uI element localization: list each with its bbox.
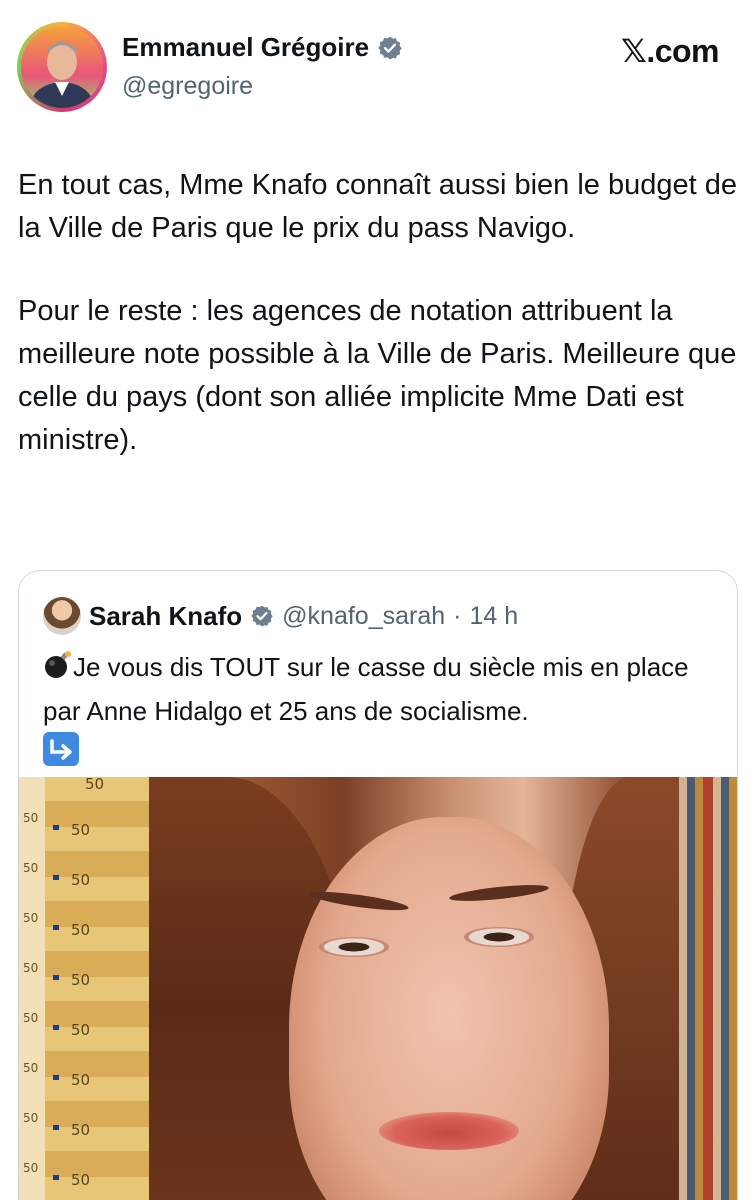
banknote-mark: [53, 1025, 59, 1030]
banknote-small-value: 50: [23, 961, 39, 975]
banknote-mark: [53, 1075, 59, 1080]
quoted-author-name[interactable]: Sarah Knafo: [89, 601, 242, 632]
banknote-value: 50: [71, 821, 91, 839]
arrow-down-right-icon: [43, 732, 79, 766]
banknote-small-value: 50: [23, 1111, 39, 1125]
banknote-mark: [53, 875, 59, 880]
background-bookshelf: [669, 777, 737, 1200]
quoted-tweet-card[interactable]: Sarah Knafo @knafo_sarah · 14 h Je vous …: [18, 570, 738, 1200]
quoted-author-handle[interactable]: @knafo_sarah: [282, 602, 445, 631]
bomb-icon: [43, 650, 73, 691]
banknote-mark: [53, 1125, 59, 1130]
right-eye: [464, 927, 534, 947]
banknote-value: 50: [71, 971, 91, 989]
quoted-author-avatar[interactable]: [43, 597, 81, 635]
banknote-value: 50: [85, 777, 105, 793]
banknote-strip: 50 50 50 50 50 50 50 50 50 50 50 50 50 5…: [19, 777, 149, 1200]
banknote-value: 50: [71, 1121, 91, 1139]
meta-separator: ·: [453, 601, 462, 630]
banknote-value: 50: [71, 1071, 91, 1089]
site-logo[interactable]: 𝕏.com: [621, 32, 719, 70]
banknote-small-value: 50: [23, 911, 39, 925]
verified-badge-icon: [251, 605, 273, 627]
tweet-body: En tout cas, Mme Knafo connaît aussi bie…: [18, 164, 743, 462]
banknote-value: 50: [71, 1171, 91, 1189]
author-handle[interactable]: @egregoire: [122, 72, 253, 101]
quoted-tweet-time[interactable]: 14 h: [469, 602, 518, 631]
banknote-mark: [53, 925, 59, 930]
quoted-tweet-text: Je vous dis TOUT sur le casse du siècle …: [43, 647, 723, 771]
quoted-tweet-message: Je vous dis TOUT sur le casse du siècle …: [43, 652, 689, 726]
verified-badge-icon: [378, 36, 402, 59]
author-photo: [21, 26, 103, 108]
left-eye: [319, 937, 389, 957]
banknote-mark: [53, 1175, 59, 1180]
banknote-small-value: 50: [23, 861, 39, 875]
tweet-paragraph: En tout cas, Mme Knafo connaît aussi bie…: [18, 169, 738, 244]
banknote-small-value: 50: [23, 811, 39, 825]
banknote-value: 50: [71, 1021, 91, 1039]
banknote-small-value: 50: [23, 1161, 39, 1175]
banknote-mark: [53, 825, 59, 830]
banknote-value: 50: [71, 871, 91, 889]
lips: [379, 1112, 519, 1150]
site-domain: .com: [646, 33, 719, 69]
tweet-paragraph: Pour le reste : les agences de notation …: [18, 295, 737, 456]
banknote-value: 50: [71, 921, 91, 939]
banknote-small-value: 50: [23, 1011, 39, 1025]
banknote-mark: [53, 975, 59, 980]
tweet-header: Emmanuel Grégoire @egregoire 𝕏.com: [0, 0, 755, 130]
author-display-name[interactable]: Emmanuel Grégoire: [122, 32, 369, 63]
x-logo-icon: 𝕏: [621, 32, 647, 70]
person-silhouette-icon: [29, 42, 95, 108]
quoted-tweet-header: Sarah Knafo @knafo_sarah · 14 h: [43, 597, 518, 635]
quoted-tweet-media[interactable]: 50 50 50 50 50 50 50 50 50 50 50 50 50 5…: [19, 777, 737, 1200]
author-avatar[interactable]: [17, 22, 107, 112]
banknote-small-value: 50: [23, 1061, 39, 1075]
banknote-edge: [19, 777, 45, 1200]
